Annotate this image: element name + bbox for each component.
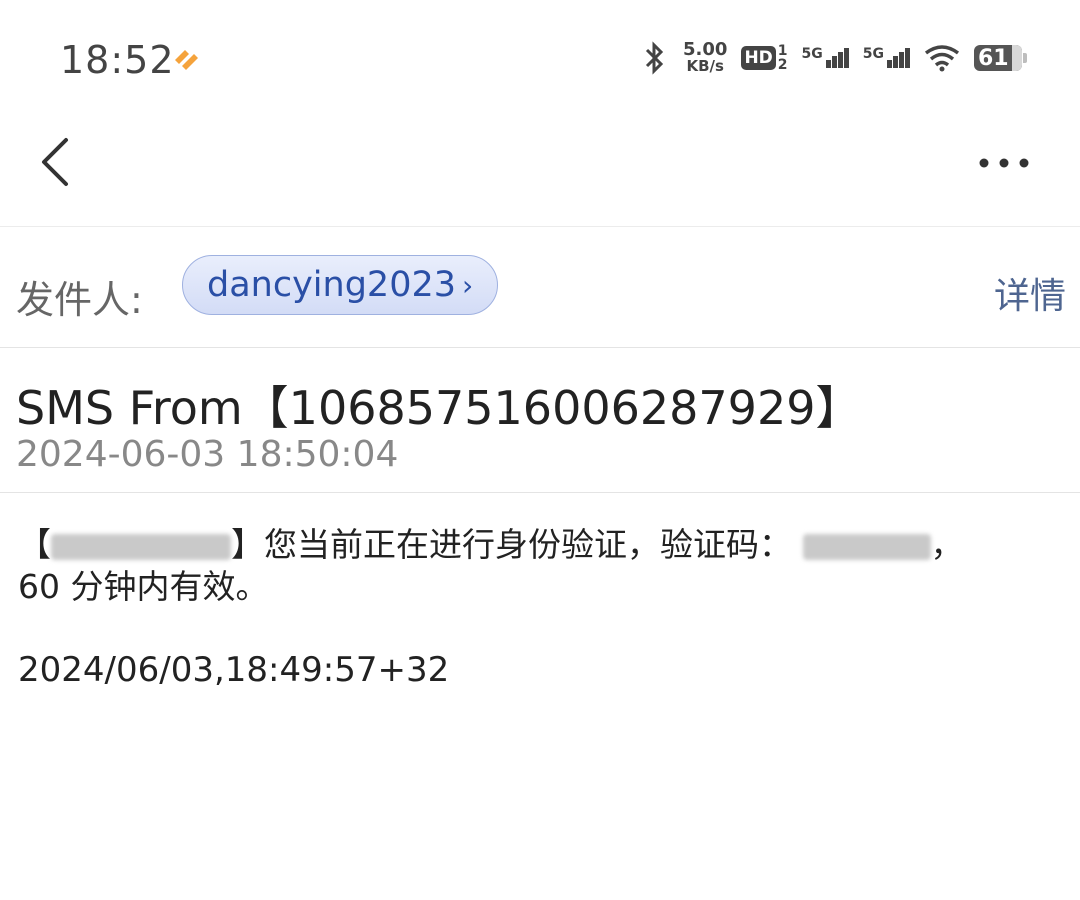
message-body: 【 】您当前正在进行身份验证，验证码： ， 60 分钟内有效。 — [18, 524, 1058, 608]
message-subject: SMS From【1068575160062879​29】 — [16, 381, 862, 435]
status-icons: 5.00 KB/s HD 1 2 5G 5G 61 — [641, 40, 1027, 76]
chevron-right-icon: › — [462, 268, 474, 302]
sender-row: 发件人: dancying2023 › 详情 — [0, 227, 1080, 348]
body-text-main: 】您当前正在进行身份验证，验证码： — [231, 525, 792, 564]
status-time: 18:52 — [60, 38, 175, 82]
hd-icon: HD — [741, 46, 776, 70]
message-timestamp-line: 2024/06/03,18:49:57+32 — [18, 650, 450, 690]
redacted-sender-name — [51, 533, 231, 560]
sender-name: dancying2023 — [207, 265, 456, 305]
redacted-verification-code — [802, 533, 931, 560]
signal-1-type: 5G — [801, 46, 823, 62]
battery-level: 61 — [978, 45, 1009, 71]
details-link[interactable]: 详情 — [994, 267, 1066, 319]
top-toolbar — [0, 110, 1080, 227]
sender-label: 发件人: — [16, 278, 143, 322]
signal-strength-icon-sim2: 5G — [862, 46, 910, 68]
chevron-left-icon[interactable] — [36, 134, 76, 190]
network-speed: 5.00 KB/s — [683, 41, 727, 75]
more-horizontal-icon[interactable] — [978, 148, 1030, 178]
sim-1-label: 1 — [777, 43, 788, 59]
app-notification-icon — [175, 50, 198, 70]
status-bar: 18:52 5.00 KB/s HD 1 2 5G 5G 61 — [0, 0, 1080, 110]
battery-icon: 61 — [974, 45, 1027, 71]
bluetooth-icon — [645, 41, 664, 75]
hd-voice-indicator: HD 1 2 — [741, 43, 788, 73]
signal-strength-icon-sim1: 5G — [801, 46, 849, 68]
message-date: 2024-06-03 18:50:04 — [16, 434, 399, 475]
signal-2-type: 5G — [862, 46, 884, 62]
body-comma: ， — [930, 525, 964, 564]
network-speed-value: 5.00 — [683, 39, 728, 60]
divider — [0, 492, 1080, 493]
body-open-bracket: 【 — [18, 525, 51, 564]
wifi-icon — [924, 45, 960, 72]
body-validity-text: 60 分钟内有效。 — [18, 567, 269, 606]
network-speed-unit: KB/s — [686, 57, 724, 75]
sim-2-label: 2 — [777, 57, 788, 73]
sender-chip[interactable]: dancying2023 › — [182, 255, 499, 315]
